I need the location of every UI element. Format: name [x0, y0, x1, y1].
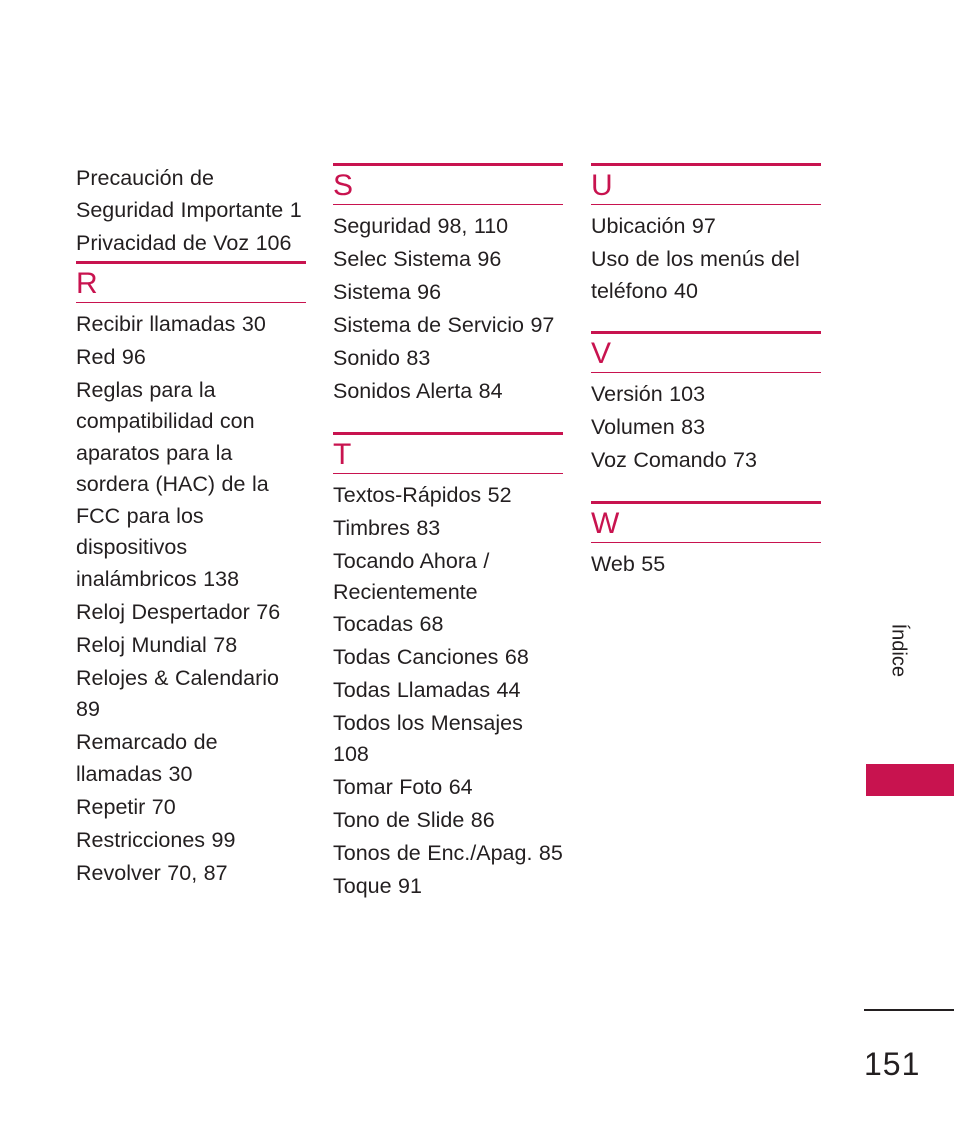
- index-entry: Recibir llamadas 30: [76, 311, 266, 336]
- index-section-v: V Versión 103 Volumen 83 Voz Comando 73: [591, 331, 821, 477]
- index-entry: Red 96: [76, 344, 146, 369]
- index-entry-list-w: Web 55: [591, 543, 821, 581]
- index-entry: Selec Sistema 96: [333, 247, 502, 271]
- index-page: Precaución de Seguridad Importante 1 Pri…: [0, 0, 954, 1145]
- index-entry: Reloj Mundial 78: [76, 632, 238, 657]
- index-entry: Voz Comando 73: [591, 448, 757, 472]
- index-entry: Precaución de Seguridad Importante 1: [76, 166, 302, 222]
- index-column-2: S Seguridad 98, 110 Selec Sistema 96 Sis…: [333, 163, 563, 904]
- index-entry: Uso de los menús del teléfono 40: [591, 247, 800, 303]
- section-letter: T: [333, 437, 352, 471]
- index-entry: Todos los Mensajes 108: [333, 710, 523, 767]
- index-entry: Privacidad de Voz 106: [76, 230, 292, 255]
- index-entry: Todas Canciones 68: [333, 644, 529, 669]
- index-entry: Sistema 96: [333, 280, 442, 304]
- index-entry-list-u: Ubicación 97 Uso de los menús del teléfo…: [591, 205, 821, 307]
- index-entry: Tonos de Enc./Apag. 85: [333, 841, 563, 865]
- index-entry: Reglas para la compatibilidad con aparat…: [76, 377, 269, 591]
- index-entry: Tomar Foto 64: [333, 775, 473, 799]
- side-tab: Índice: [866, 624, 954, 800]
- index-entry-list-r: Recibir llamadas 30 Red 96 Reglas para l…: [76, 303, 306, 890]
- index-entry: Reloj Despertador 76: [76, 599, 281, 624]
- index-entry: Volumen 83: [591, 415, 706, 439]
- index-entry-list-t: Textos-Rápidos 52 Timbres 83 Tocando Aho…: [333, 474, 563, 903]
- index-entry: Toque 91: [333, 874, 422, 898]
- index-section-t: T Textos-Rápidos 52 Timbres 83 Tocando A…: [333, 431, 563, 903]
- section-letter: W: [591, 506, 620, 540]
- page-number: 151: [864, 1046, 921, 1082]
- folio: 151: [864, 1009, 954, 1081]
- index-section-w: W Web 55: [591, 500, 821, 581]
- index-entry-list-v: Versión 103 Volumen 83 Voz Comando 73: [591, 373, 821, 477]
- index-entry: Web 55: [591, 551, 666, 576]
- index-entry: Tono de Slide 86: [333, 808, 495, 832]
- section-letter: S: [333, 169, 354, 202]
- lead-entry-list-1: Precaución de Seguridad Importante 1 Pri…: [76, 163, 306, 259]
- index-entry: Sistema de Servicio 97: [333, 313, 555, 337]
- section-letter: U: [591, 169, 613, 202]
- index-entry-list-s: Seguridad 98, 110 Selec Sistema 96 Siste…: [333, 205, 563, 408]
- index-entry: Sonidos Alerta 84: [333, 379, 503, 403]
- index-entry: Ubicación 97: [591, 214, 716, 238]
- index-entry: Remarcado de llamadas 30: [76, 730, 218, 786]
- index-entry: Revolver 70, 87: [76, 860, 228, 885]
- index-column-1: Precaución de Seguridad Importante 1 Pri…: [76, 163, 306, 891]
- index-entry: Restricciones 99: [76, 827, 236, 852]
- folio-rule: [864, 1009, 954, 1011]
- index-entry: Seguridad 98, 110: [333, 214, 509, 238]
- index-entry: Versión 103: [591, 382, 706, 406]
- index-entry: Relojes & Calendario 89: [76, 665, 279, 722]
- index-entry: Repetir 70: [76, 794, 176, 819]
- side-tab-color-block: [866, 764, 954, 796]
- index-entry: Sonido 83: [333, 346, 431, 370]
- index-entry: Todas Llamadas 44: [333, 677, 521, 702]
- section-letter: V: [591, 337, 612, 370]
- index-entry: Textos-Rápidos 52: [333, 482, 512, 507]
- index-section-u: U Ubicación 97 Uso de los menús del telé…: [591, 163, 821, 307]
- index-section-r: R Recibir llamadas 30 Red 96 Reglas para…: [76, 260, 306, 890]
- side-tab-label: Índice: [887, 623, 909, 677]
- index-section-s: S Seguridad 98, 110 Selec Sistema 96 Sis…: [333, 163, 563, 408]
- index-entry: Timbres 83: [333, 515, 441, 540]
- index-column-3: U Ubicación 97 Uso de los menús del telé…: [591, 163, 821, 582]
- index-entry: Tocando Ahora / Recientemente Tocadas 68: [333, 548, 490, 636]
- section-letter: R: [76, 266, 98, 300]
